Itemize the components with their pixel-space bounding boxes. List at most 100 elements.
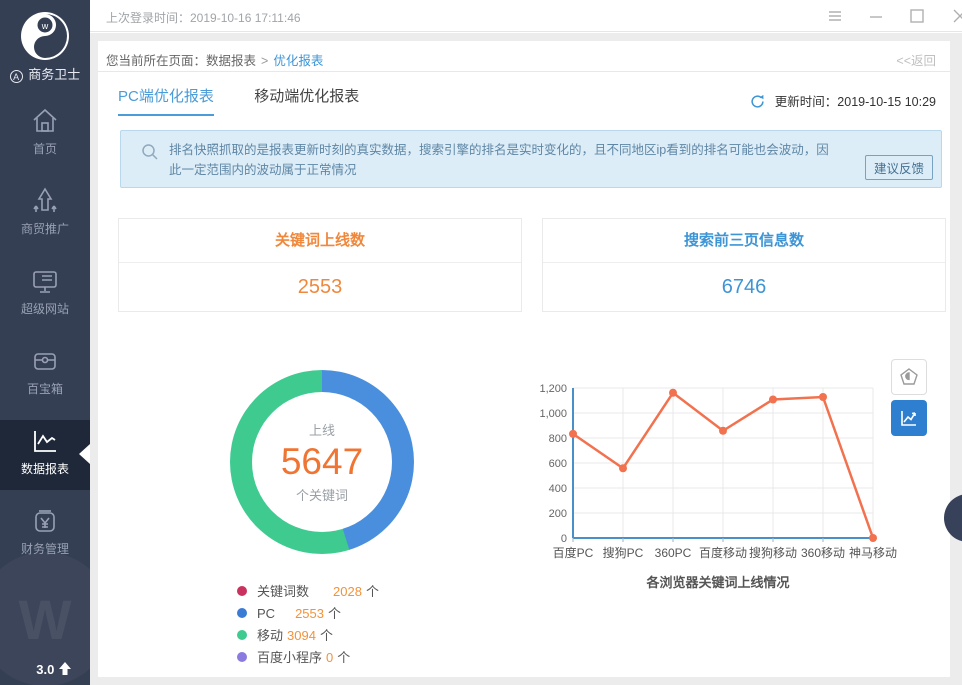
sidebar: w A 商务卫士 首页 商贸推广 超级网站 百宝箱 数据报表 [0, 0, 90, 685]
line-chart-title: 各浏览器关键词上线情况 [538, 572, 898, 591]
donut-center: 上线 5647 个关键词 [252, 392, 392, 532]
donut-label-bottom: 个关键词 [296, 485, 348, 504]
svg-text:神马移动: 神马移动 [849, 546, 897, 560]
sidebar-item-website[interactable]: 超级网站 [0, 260, 90, 330]
report-icon [30, 426, 60, 456]
save-image-icon [899, 367, 919, 387]
svg-text:1,200: 1,200 [539, 383, 567, 395]
svg-text:搜狗PC: 搜狗PC [603, 545, 644, 560]
donut-ring[interactable]: 上线 5647 个关键词 [230, 370, 414, 554]
line-chart-toggle-button[interactable] [891, 400, 927, 436]
sidebar-item-label: 百宝箱 [27, 382, 63, 396]
chart-legend: 关键词数2028个 PC2553个 移动3094个 百度小程序0个 [237, 581, 379, 669]
brand-name: 商务卫士 [28, 67, 80, 82]
legend-dot [237, 630, 247, 640]
legend-value: 0 [326, 650, 333, 665]
stat-card-top3-info: 搜索前三页信息数 6746 [542, 218, 946, 312]
maximize-icon[interactable] [909, 6, 929, 26]
sidebar-item-promotion[interactable]: 商贸推广 [0, 180, 90, 250]
sidebar-item-toolbox[interactable]: 百宝箱 [0, 340, 90, 410]
promotion-icon [30, 186, 60, 216]
svg-text:200: 200 [549, 508, 567, 520]
titlebar: 上次登录时间：2019-10-16 17:11:46 [90, 0, 962, 32]
legend-dot [237, 652, 247, 662]
stat-card-value: 6746 [543, 263, 945, 312]
finance-icon [30, 506, 60, 536]
main-panel: 您当前所在页面：数据报表 > 优化报表 <<返回 PC端优化报表 移动端优化报表 更… [98, 41, 950, 677]
close-icon[interactable] [952, 6, 962, 26]
brand: A 商务卫士 [0, 64, 90, 83]
svg-text:360PC: 360PC [655, 546, 692, 560]
up-arrow-icon [58, 661, 72, 676]
active-item-pointer [79, 444, 90, 464]
stat-card-title: 关键词上线数 [119, 219, 521, 263]
donut-label-top: 上线 [309, 420, 335, 439]
line-chart-icon [899, 408, 919, 428]
sidebar-item-label: 首页 [33, 142, 57, 156]
legend-unit: 个 [328, 606, 341, 621]
refresh-icon[interactable] [749, 93, 766, 110]
legend-unit: 个 [337, 650, 350, 665]
update-time: 更新时间：2019-10-15 10:29 [749, 91, 936, 110]
menu-icon[interactable] [827, 6, 847, 26]
legend-item: 关键词数 2028 个 [237, 581, 379, 603]
save-as-image-button[interactable] [891, 359, 927, 395]
search-icon [141, 143, 159, 161]
tab-mobile-report[interactable]: 移动端优化报表 [254, 85, 359, 114]
svg-text:360移动: 360移动 [801, 546, 845, 560]
legend-value: 3094 [287, 628, 316, 643]
app-logo-icon: w [21, 12, 69, 60]
legend-label: 百度小程序 [257, 650, 322, 665]
stat-card-keywords-online: 关键词上线数 2553 [118, 218, 522, 312]
stat-card-title: 搜索前三页信息数 [543, 219, 945, 263]
legend-unit: 个 [366, 584, 379, 599]
legend-item: 移动 3094 个 [237, 625, 379, 647]
notice-banner: 排名快照抓取的是报表更新时刻的真实数据，搜索引擎的排名是实时变化的，且不同地区i… [120, 130, 942, 188]
toolbox-icon [30, 346, 60, 376]
notice-text: 排名快照抓取的是报表更新时刻的真实数据，搜索引擎的排名是实时变化的，且不同地区i… [169, 143, 829, 177]
update-time-text: 更新时间：2019-10-15 10:29 [775, 95, 936, 109]
tab-bar: PC端优化报表 移动端优化报表 [118, 85, 395, 115]
legend-value: 2553 [295, 606, 324, 621]
legend-label: PC [257, 606, 275, 621]
legend-item: PC 2553 个 [237, 603, 379, 625]
breadcrumb-section: 数据报表 [206, 54, 256, 68]
svg-text:百度移动: 百度移动 [699, 545, 747, 560]
version-badge: 3.0 [0, 661, 90, 677]
svg-text:搜狗移动: 搜狗移动 [749, 545, 797, 560]
legend-label: 移动 [257, 628, 283, 643]
sidebar-item-label: 商贸推广 [21, 222, 69, 236]
breadcrumb-separator: > [261, 54, 268, 68]
stat-card-value: 2553 [119, 263, 521, 312]
breadcrumb: 您当前所在页面：数据报表 > 优化报表 [106, 50, 323, 69]
line-chart[interactable]: 0 200 400 600 800 1,000 1,200 百度PC 搜狗PC 360PC 百度移动… [538, 378, 898, 573]
breadcrumb-prefix: 您当前所在页面： [106, 54, 206, 68]
svg-text:百度PC: 百度PC [553, 545, 594, 560]
sidebar-item-report[interactable]: 数据报表 [0, 420, 90, 490]
tab-pc-report[interactable]: PC端优化报表 [118, 85, 214, 116]
sidebar-item-home[interactable]: 首页 [0, 100, 90, 170]
last-login-time: 上次登录时间：2019-10-16 17:11:46 [106, 9, 301, 26]
svg-text:w: w [41, 21, 49, 31]
brand-badge-icon: A [10, 70, 23, 83]
legend-dot [237, 608, 247, 618]
donut-value: 5647 [281, 441, 363, 483]
svg-text:400: 400 [549, 483, 567, 495]
legend-item: 百度小程序 0个 [237, 647, 379, 669]
legend-unit: 个 [320, 628, 333, 643]
svg-text:800: 800 [549, 433, 567, 445]
svg-text:0: 0 [561, 533, 567, 545]
website-icon [30, 266, 60, 296]
breadcrumb-row: 您当前所在页面：数据报表 > 优化报表 <<返回 [98, 41, 950, 72]
feedback-button[interactable]: 建议反馈 [865, 155, 933, 180]
sidebar-item-label: 超级网站 [21, 302, 69, 316]
svg-text:1,000: 1,000 [539, 408, 567, 420]
legend-dot [237, 586, 247, 596]
breadcrumb-current-link[interactable]: 优化报表 [273, 54, 323, 68]
sidebar-item-label: 数据报表 [21, 462, 69, 476]
legend-label: 关键词数 [257, 584, 309, 599]
svg-text:600: 600 [549, 458, 567, 470]
back-link[interactable]: <<返回 [896, 50, 936, 69]
legend-value: 2028 [333, 584, 362, 599]
minimize-icon[interactable] [868, 6, 888, 26]
